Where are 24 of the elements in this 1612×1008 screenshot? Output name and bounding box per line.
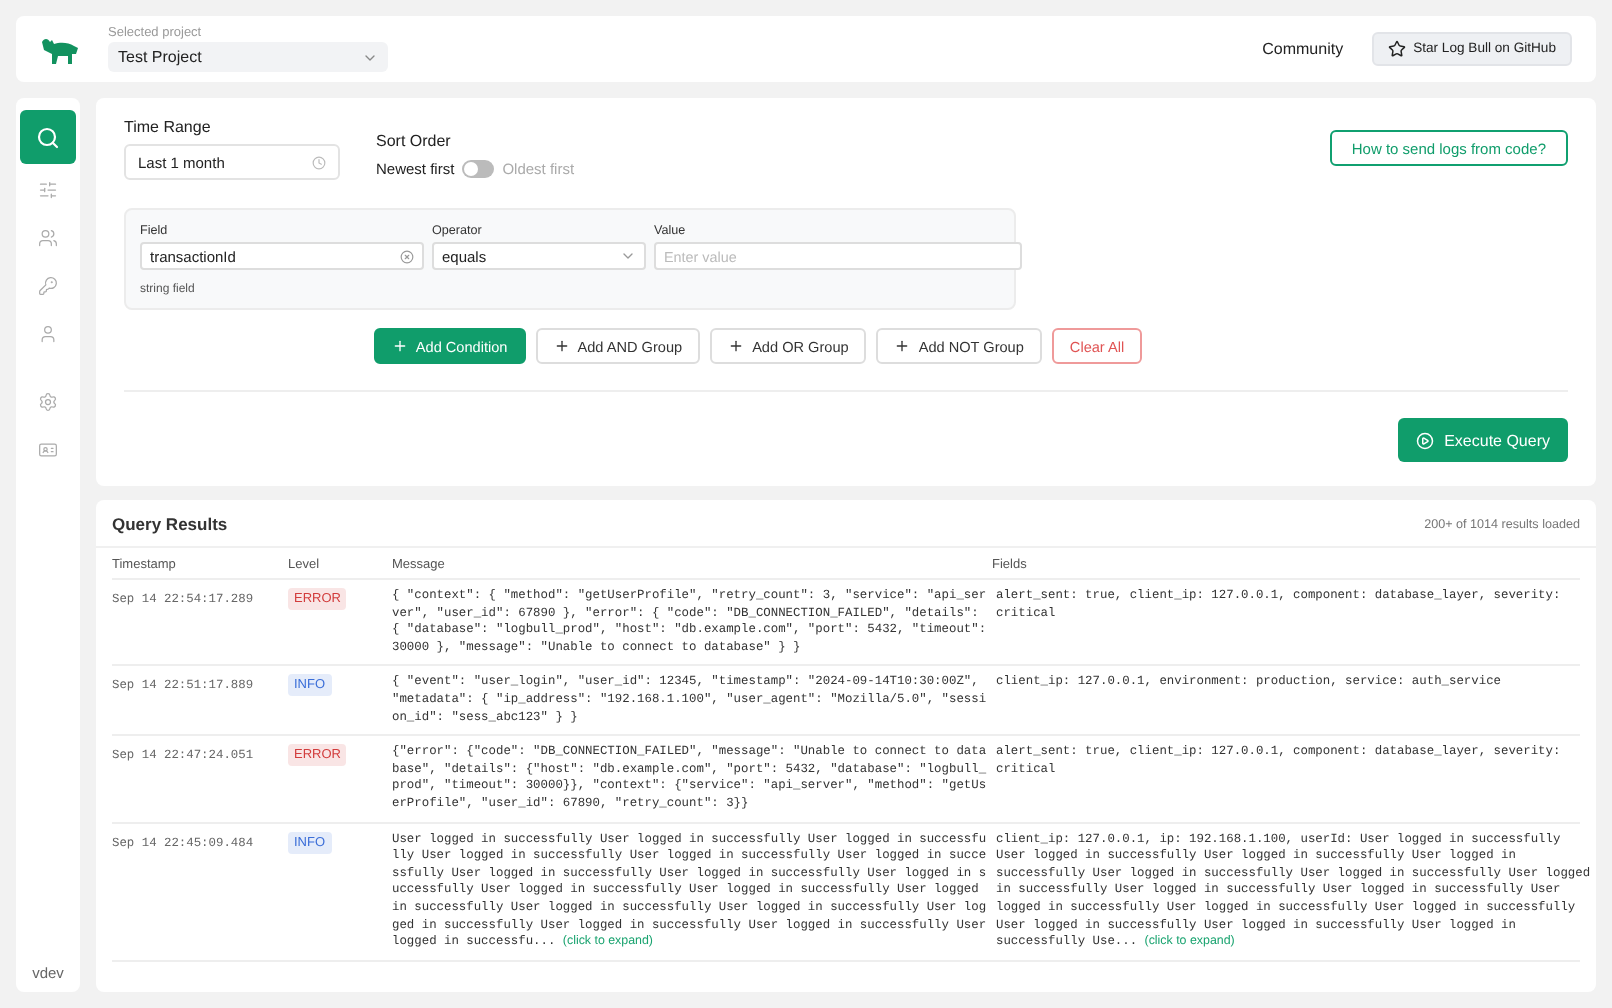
plus-icon xyxy=(391,338,408,354)
search-icon xyxy=(36,125,60,149)
plus-icon xyxy=(894,338,911,354)
key-icon xyxy=(38,276,58,296)
community-link[interactable]: Community xyxy=(1262,40,1344,58)
star-icon xyxy=(1387,40,1406,58)
sort-toggle[interactable] xyxy=(462,160,495,178)
plus-icon xyxy=(728,338,745,354)
project-select[interactable]: Test Project xyxy=(108,42,388,72)
clear-icon xyxy=(400,249,414,263)
settings-icon xyxy=(38,392,58,412)
sidebar-item[interactable] xyxy=(20,110,76,164)
user-icon xyxy=(38,324,58,344)
time-range-label: Time Range xyxy=(124,118,213,136)
bull-logo-icon xyxy=(40,33,80,65)
play-icon xyxy=(1416,431,1435,449)
chevron-icon xyxy=(620,248,636,264)
sliders-icon xyxy=(38,180,58,200)
plus-icon xyxy=(553,338,570,354)
sort-order-label: Sort Order xyxy=(376,132,453,150)
results-title: Query Results xyxy=(112,514,228,534)
users-icon xyxy=(38,228,58,248)
card-icon xyxy=(38,440,58,460)
clock-icon xyxy=(312,155,326,169)
